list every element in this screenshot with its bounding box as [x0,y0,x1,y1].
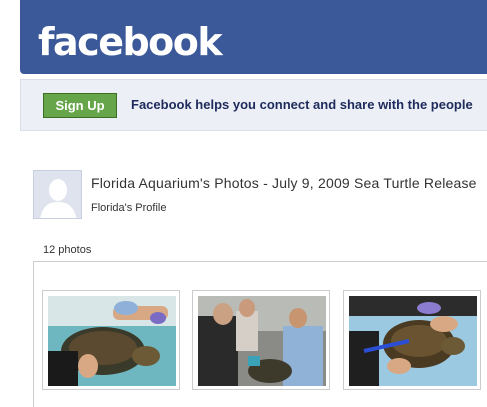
signup-tagline: Facebook helps you connect and share wit… [131,97,473,112]
sea-turtle-photo-3 [349,296,477,386]
photo-thumbnail-1[interactable] [42,290,180,390]
facebook-logo[interactable]: facebook [38,20,223,64]
sea-turtle-photo-2 [198,296,326,386]
sign-up-button[interactable]: Sign Up [43,93,117,118]
photo-count: 12 photos [43,244,92,256]
photo-thumbnail-3[interactable] [343,290,481,390]
default-avatar-icon [34,171,81,218]
album-title[interactable]: Florida Aquarium's Photos - July 9, 2009… [91,175,477,191]
facebook-header: facebook [20,0,487,74]
photo-thumbnail-2[interactable] [192,290,330,390]
signup-bar: Sign Up Facebook helps you connect and s… [20,79,487,131]
profile-picture-placeholder[interactable] [33,170,82,219]
sea-turtle-photo-1 [48,296,176,386]
profile-link[interactable]: Florida's Profile [91,202,166,214]
